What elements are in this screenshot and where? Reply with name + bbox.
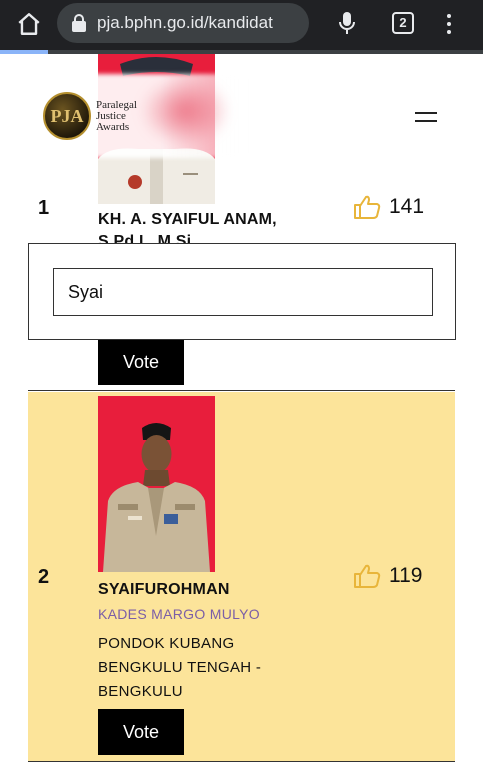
thumbs-up-icon: [354, 195, 381, 219]
address-line: BENGKULU: [98, 683, 183, 700]
lock-icon[interactable]: [71, 14, 87, 32]
vote-count: 119: [353, 563, 422, 589]
candidate-address: PONDOK KUBANG BENGKULU TENGAH - BENGKULU: [98, 632, 278, 704]
hamburger-menu-icon[interactable]: [415, 112, 439, 126]
url-text[interactable]: pja.bphn.go.id/kandidat: [97, 13, 273, 33]
candidate-name: SYAIFUROHMAN: [98, 581, 230, 598]
candidate-name: KH. A. SYAIFUL ANAM,: [98, 211, 277, 228]
site-logo-text[interactable]: Paralegal Justice Awards: [96, 100, 137, 133]
address-bar[interactable]: pja.bphn.go.id/kandidat: [57, 3, 309, 43]
site-logo[interactable]: PJA: [43, 92, 91, 140]
logo-line: Awards: [96, 121, 130, 133]
search-panel: [28, 243, 456, 340]
vote-count: 141: [353, 194, 424, 220]
candidate-photo: [98, 396, 215, 572]
mic-icon[interactable]: [338, 11, 356, 35]
search-input[interactable]: [53, 268, 433, 316]
candidate-rank: 2: [38, 566, 50, 588]
home-icon[interactable]: [16, 11, 42, 37]
address-line: PONDOK KUBANG: [98, 635, 235, 652]
vote-count-number: 141: [389, 195, 425, 218]
vote-count-number: 119: [389, 564, 423, 587]
thumbs-up-icon: [354, 564, 381, 588]
vote-button[interactable]: Vote: [98, 709, 184, 755]
candidate-card: 2 119 SYAIFUROHMAN KADES MARGO MULYO PON…: [28, 392, 455, 762]
browser-toolbar: pja.bphn.go.id/kandidat 2: [0, 0, 483, 50]
header-blur: [140, 76, 230, 146]
kebab-menu-icon[interactable]: [444, 12, 454, 36]
address-line: BENGKULU TENGAH -: [98, 659, 262, 676]
candidate-title: KADES MARGO MULYO: [98, 606, 260, 622]
candidate-rank: 1: [38, 197, 50, 219]
page-content: 1 141 KH. A. SYAIFUL ANAM, S.Pd.I., M.Si…: [0, 54, 483, 768]
tab-switcher-icon[interactable]: 2: [392, 12, 414, 34]
vote-button[interactable]: Vote: [98, 339, 184, 385]
